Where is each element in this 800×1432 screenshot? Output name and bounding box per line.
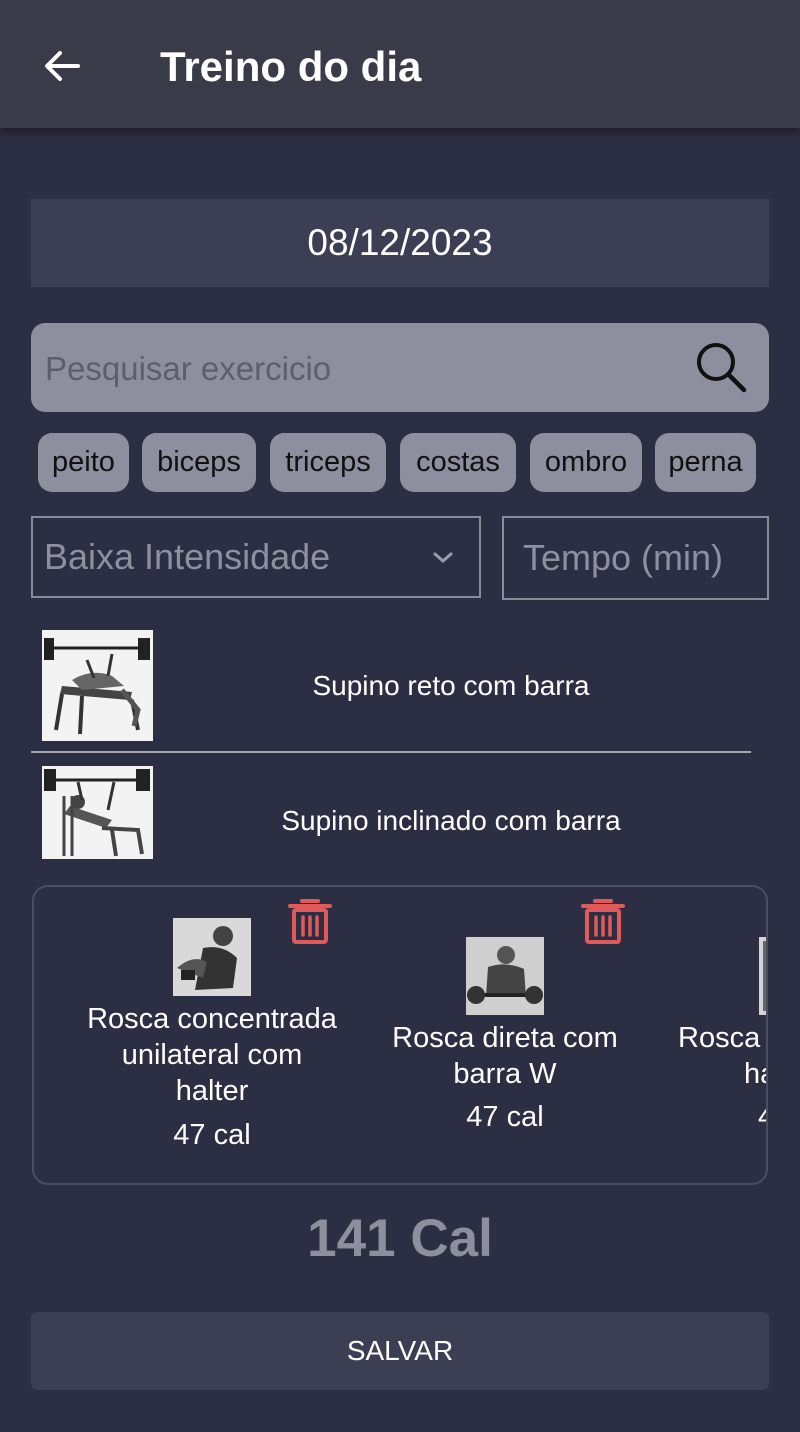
arrow-left-icon [45, 51, 80, 81]
exercise-item[interactable]: Supino reto com barra [31, 630, 751, 742]
exercise-image [173, 918, 251, 996]
back-button[interactable] [36, 40, 88, 92]
chip-peito[interactable]: peito [38, 433, 129, 492]
chip-costas[interactable]: costas [400, 433, 516, 492]
search-box [31, 323, 769, 414]
exercise-name: Rosca ha [678, 1020, 766, 1092]
exercise-image [759, 937, 766, 1015]
exercise-name-line: barra W [453, 1058, 557, 1090]
exercise-calories: 4 [758, 1099, 766, 1135]
exercise-image [42, 630, 153, 741]
selected-exercise-card[interactable]: Rosca ha 4 [676, 887, 766, 1183]
app-bar: Treino do dia [0, 0, 800, 128]
intensity-selected-value: Baixa Intensidade [44, 536, 331, 577]
exercise-image [466, 937, 544, 1015]
exercise-calories: 47 cal [466, 1101, 544, 1133]
selected-exercises-panel[interactable]: Rosca concentrada unilateral com halter … [32, 885, 768, 1185]
exercise-name-line: halter [175, 1075, 249, 1107]
time-input[interactable] [504, 518, 767, 598]
exercise-name-line: unilateral com [121, 1039, 303, 1071]
trash-icon[interactable] [284, 895, 336, 947]
intensity-select[interactable]: Baixa Intensidade [31, 516, 481, 598]
search-input[interactable] [43, 323, 687, 414]
exercise-image [42, 766, 153, 859]
trash-icon[interactable] [577, 895, 629, 947]
exercise-name-line: Rosca concentrada [87, 1003, 337, 1035]
search-icon[interactable] [694, 340, 748, 394]
time-field-box [502, 516, 769, 600]
divider [31, 751, 751, 753]
chip-ombro[interactable]: ombro [530, 433, 642, 492]
exercise-name-line: Rosca direta com [392, 1022, 618, 1054]
chip-biceps[interactable]: biceps [142, 433, 256, 492]
exercise-name: Rosca direta com barra W [374, 1020, 636, 1092]
exercise-calories: 47 cal [173, 1119, 251, 1151]
exercise-name: Rosca concentrada unilateral com halter [72, 1001, 352, 1109]
chip-triceps[interactable]: triceps [270, 433, 386, 492]
exercise-name: Supino reto com barra [312, 670, 590, 701]
page-title: Treino do dia [160, 43, 422, 90]
chip-perna[interactable]: perna [655, 433, 756, 492]
save-button[interactable]: SALVAR [31, 1312, 769, 1390]
exercise-item[interactable]: Supino inclinado com barra [31, 765, 751, 859]
exercise-name: Supino inclinado com barra [281, 805, 621, 836]
exercise-name-line: ha [744, 1058, 766, 1090]
exercise-name-line: Rosca [678, 1022, 761, 1054]
chevron-down-icon [433, 552, 453, 563]
date-field[interactable]: 08/12/2023 [31, 199, 769, 287]
total-calories: 141 Cal [307, 1209, 493, 1268]
